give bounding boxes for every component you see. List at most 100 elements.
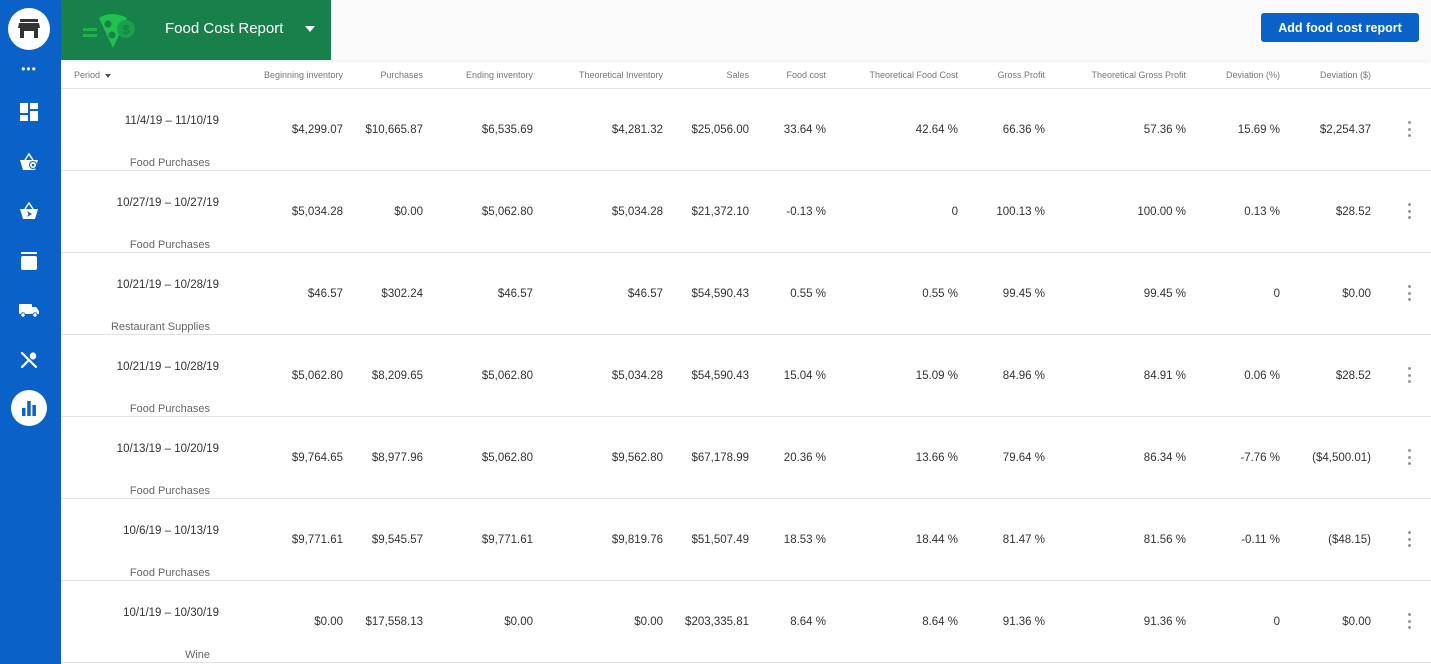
period-range: 10/27/19 – 10/27/19 [116,197,219,209]
table-row[interactable]: 10/6/19 – 10/13/19 Food Purchases $9,771… [61,499,1431,581]
table-row[interactable]: 10/27/19 – 10/27/19 Food Purchases $5,03… [61,171,1431,253]
gross-profit-cell: 91.36 % [1002,616,1045,628]
truck-icon [19,304,39,318]
top-bar: $ Food Cost Report Add food cost report [61,0,1431,60]
purchases-cell: $17,558.13 [365,616,423,628]
theoretical-food-cost-cell: 18.44 % [915,534,958,546]
sidebar-item-inventory[interactable] [0,246,58,276]
archive-box-icon [21,252,37,270]
store-icon [18,19,40,38]
column-header-food-cost[interactable]: Food cost [786,70,826,80]
category-label: Food Purchases [129,157,210,169]
theoretical-inventory-cell: $5,034.28 [611,370,663,382]
dashboard-icon [20,103,38,121]
beginning-inventory-cell: $5,062.80 [291,370,343,382]
ending-inventory-cell: $5,062.80 [481,370,533,382]
add-food-cost-report-button[interactable]: Add food cost report [1261,13,1419,42]
column-header-gross-profit[interactable]: Gross Profit [997,70,1045,80]
ending-inventory-cell: $6,535.69 [481,124,533,136]
sidebar-item-orders[interactable] [0,147,58,177]
store-switcher-button[interactable] [8,8,50,50]
theoretical-inventory-cell: $9,562.80 [611,452,663,464]
row-actions-kebab-icon[interactable] [1404,284,1414,302]
table-row[interactable]: 10/21/19 – 10/28/19 Food Purchases $5,06… [61,335,1431,417]
sales-cell: $51,507.49 [691,534,749,546]
theoretical-inventory-cell: $5,034.28 [611,206,663,218]
beginning-inventory-cell: $4,299.07 [291,124,343,136]
table-row[interactable]: 10/1/19 – 10/30/19 Wine $0.00 $17,558.13… [61,581,1431,663]
deviation-pct-cell: -7.76 % [1240,452,1280,464]
column-header-sales[interactable]: Sales [726,70,749,80]
food-cost-table: Period Beginning inventory Purchases End… [61,60,1431,663]
row-actions-kebab-icon[interactable] [1404,202,1414,220]
period-range: 11/4/19 – 11/10/19 [124,115,219,127]
sidebar: ••• [0,0,61,664]
basket-add-icon [20,153,38,170]
column-header-theoretical-inventory[interactable]: Theoretical Inventory [579,70,663,80]
sales-cell: $25,056.00 [691,124,749,136]
column-header-period[interactable]: Period [74,70,112,80]
sidebar-item-menu[interactable] [0,345,58,375]
beginning-inventory-cell: $0.00 [314,616,343,628]
column-header-beginning-inventory[interactable]: Beginning inventory [264,70,343,80]
purchases-cell: $0.00 [394,206,423,218]
table-row[interactable]: 10/21/19 – 10/28/19 Restaurant Supplies … [61,253,1431,335]
category-label: Food Purchases [129,485,210,497]
sidebar-item-reports[interactable] [11,390,47,426]
deviation-usd-cell: $2,254.37 [1319,124,1371,136]
column-header-theoretical-gross-profit[interactable]: Theoretical Gross Profit [1091,70,1186,80]
theoretical-gross-profit-cell: 81.56 % [1143,534,1186,546]
ending-inventory-cell: $9,771.61 [481,534,533,546]
table-row[interactable]: 10/13/19 – 10/20/19 Food Purchases $9,76… [61,417,1431,499]
row-actions-kebab-icon[interactable] [1404,530,1414,548]
deviation-pct-cell: 0 [1273,288,1280,300]
report-type-dropdown[interactable]: $ Food Cost Report [61,0,331,60]
deviation-pct-cell: -0.11 % [1241,534,1280,546]
sidebar-item-purchases[interactable] [0,196,58,226]
food-cost-cell: 33.64 % [783,124,826,136]
food-cost-cell: 20.36 % [783,452,826,464]
deviation-usd-cell: $28.52 [1335,370,1371,382]
column-header-purchases[interactable]: Purchases [380,70,423,80]
row-actions-kebab-icon[interactable] [1404,366,1414,384]
column-header-deviation-usd[interactable]: Deviation ($) [1320,70,1371,80]
category-label: Food Purchases [129,403,210,415]
purchases-cell: $10,665.87 [365,124,423,136]
theoretical-gross-profit-cell: 84.91 % [1143,370,1186,382]
row-actions-kebab-icon[interactable] [1404,448,1414,466]
purchases-cell: $8,977.96 [371,452,423,464]
deviation-pct-cell: 0.13 % [1244,206,1280,218]
period-range: 10/13/19 – 10/20/19 [116,443,219,455]
sales-cell: $54,590.43 [691,370,749,382]
theoretical-gross-profit-cell: 100.00 % [1137,206,1186,218]
food-cost-logo-icon: $ [83,14,135,48]
deviation-usd-cell: ($48.15) [1328,534,1371,546]
sort-desc-icon [105,73,112,78]
deviation-usd-cell: $0.00 [1342,616,1371,628]
theoretical-inventory-cell: $9,819.76 [611,534,663,546]
theoretical-food-cost-cell: 15.09 % [915,370,958,382]
period-range: 10/6/19 – 10/13/19 [123,525,219,537]
sidebar-item-dashboard[interactable] [0,97,58,127]
table-row[interactable]: 11/4/19 – 11/10/19 Food Purchases $4,299… [61,89,1431,171]
food-cost-cell: 18.53 % [783,534,826,546]
column-header-ending-inventory[interactable]: Ending inventory [466,70,533,80]
period-range: 10/21/19 – 10/28/19 [116,279,219,291]
category-label: Food Purchases [129,239,210,251]
row-actions-kebab-icon[interactable] [1404,120,1414,138]
svg-text:$: $ [122,22,130,37]
ending-inventory-cell: $46.57 [497,288,533,300]
ending-inventory-cell: $5,062.80 [481,206,533,218]
sidebar-item-suppliers[interactable] [0,295,58,325]
theoretical-inventory-cell: $4,281.32 [611,124,663,136]
ending-inventory-cell: $5,062.80 [481,452,533,464]
food-cost-cell: 15.04 % [783,370,826,382]
more-menu-button[interactable]: ••• [0,63,58,75]
sales-cell: $21,372.10 [691,206,749,218]
column-header-theoretical-food-cost[interactable]: Theoretical Food Cost [869,70,958,80]
table-body: 11/4/19 – 11/10/19 Food Purchases $4,299… [61,89,1431,663]
row-actions-kebab-icon[interactable] [1404,612,1414,630]
column-header-deviation-pct[interactable]: Deviation (%) [1226,70,1280,80]
category-label: Food Purchases [129,567,210,579]
sales-cell: $203,335.81 [685,616,749,628]
